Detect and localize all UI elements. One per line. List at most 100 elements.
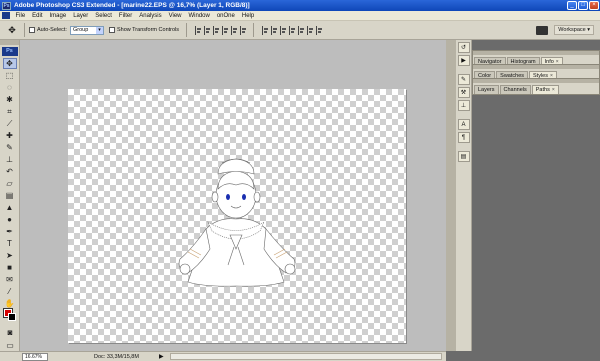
panel-icon-strip: ↺ ▶ ✎ ⚒ ⊥ A ¶ ▤ [456, 40, 472, 351]
shape-tool-icon[interactable]: ■ [3, 262, 17, 273]
align-bottom-icon[interactable] [213, 25, 220, 35]
paragraph-panel-icon[interactable]: ¶ [457, 132, 470, 143]
menu-file[interactable]: File [12, 13, 29, 19]
clone-source-panel-icon[interactable]: ⊥ [457, 100, 470, 111]
show-transform-checkbox[interactable] [108, 27, 115, 33]
menu-select[interactable]: Select [92, 13, 116, 19]
sailor-boy-artwork [178, 158, 296, 287]
crop-tool-icon[interactable]: ⌗ [3, 106, 17, 117]
menu-bar: File Edit Image Layer Select Filter Anal… [0, 11, 600, 21]
photoshop-logo-icon: Ps [1, 47, 18, 56]
menu-layer[interactable]: Layer [70, 13, 92, 19]
status-menu-arrow-icon[interactable]: ▶ [159, 353, 164, 360]
brush-tool-icon[interactable]: ✎ [3, 142, 17, 153]
type-tool-icon[interactable]: T [3, 238, 17, 249]
tool-preset-picker[interactable]: ✥ [4, 23, 20, 37]
gradient-tool-icon[interactable]: ▤ [3, 190, 17, 201]
eyedropper-tool-icon[interactable]: ⁄ [3, 286, 17, 297]
close-icon[interactable]: × [552, 87, 555, 93]
maximize-button[interactable]: □ [578, 1, 588, 10]
zoom-field[interactable]: 16.67% [22, 352, 48, 361]
divider [186, 23, 188, 37]
show-transform-label: Show Transform Controls [116, 27, 180, 33]
document-info: Doc: 33,3M/15,8M [94, 353, 139, 360]
distribute-left-icon[interactable] [289, 25, 296, 35]
menu-filter[interactable]: Filter [115, 13, 135, 19]
layers-panel-group: Layers Channels Paths × [472, 78, 600, 95]
menu-help[interactable]: Help [238, 13, 257, 19]
brushes-panel-icon[interactable]: ✎ [457, 74, 470, 85]
options-bar: ✥ Auto-Select: Group ▾ Show Transform Co… [0, 21, 600, 40]
tab-channels[interactable]: Channels [499, 85, 531, 94]
tab-paths[interactable]: Paths × [531, 85, 559, 94]
notes-tool-icon[interactable]: ✉ [3, 274, 17, 285]
distribute-vcenter-icon[interactable] [271, 25, 278, 35]
menu-edit[interactable]: Edit [29, 13, 46, 19]
healing-brush-tool-icon[interactable]: ✚ [3, 130, 17, 141]
app-menu-icon[interactable] [2, 12, 10, 19]
document-canvas[interactable] [68, 89, 406, 343]
slice-tool-icon[interactable]: ⟋ [3, 118, 17, 129]
auto-select-value: Group [72, 27, 89, 33]
path-selection-tool-icon[interactable]: ➤ [3, 250, 17, 261]
clone-stamp-tool-icon[interactable]: ⊥ [3, 154, 17, 165]
align-right-icon[interactable] [240, 25, 247, 35]
screen-mode-icon[interactable]: ▭ [3, 340, 17, 351]
menu-analysis[interactable]: Analysis [136, 13, 165, 19]
dodge-tool-icon[interactable]: ● [3, 214, 17, 225]
hand-tool-icon[interactable]: ✋ [3, 298, 17, 309]
distribute-buttons [262, 25, 325, 35]
distribute-top-icon[interactable] [262, 25, 269, 35]
auto-select-checkbox[interactable] [29, 27, 35, 33]
layer-comps-panel-icon[interactable]: ▤ [457, 151, 470, 162]
chevron-down-icon: ▾ [95, 26, 103, 34]
tab-layers[interactable]: Layers [474, 85, 499, 94]
toolbox: Ps ✥ ⬚ ◌ ✱ ⌗ ⟋ ✚ ✎ ⊥ ↶ ▱ ▤ ▲ ● ✒ T ➤ ■ ✉… [0, 40, 20, 351]
move-tool-icon[interactable]: ✥ [2, 58, 17, 69]
menu-onone[interactable]: onOne [213, 13, 238, 19]
distribute-right-icon[interactable] [307, 25, 314, 35]
title-bar: Ps Adobe Photoshop CS3 Extended - [marin… [0, 0, 600, 11]
distribute-hcenter-icon[interactable] [298, 25, 305, 35]
actions-panel-icon[interactable]: ▶ [457, 55, 470, 66]
align-buttons [195, 25, 249, 35]
align-hcenter-icon[interactable] [231, 25, 238, 35]
horizontal-scrollbar[interactable] [169, 353, 442, 360]
auto-select-label: Auto-Select: [37, 27, 67, 33]
go-to-bridge-icon[interactable] [536, 25, 549, 35]
align-left-icon[interactable] [222, 25, 229, 35]
quick-mask-icon[interactable]: ◙ [3, 327, 17, 338]
close-button[interactable]: × [589, 1, 599, 10]
panel-dock: Navigator Histogram Info × Color Swatches… [472, 40, 600, 361]
photoshop-logo-icon: Ps [2, 1, 11, 10]
divider [253, 23, 255, 37]
align-vcenter-icon[interactable] [204, 25, 211, 35]
status-bar: 16.67% Doc: 33,3M/15,8M ▶ [0, 351, 446, 361]
background-color-swatch[interactable] [8, 313, 16, 321]
menu-image[interactable]: Image [46, 13, 70, 19]
auto-select-dropdown[interactable]: Group ▾ [69, 25, 104, 35]
toolbox-grip[interactable] [0, 40, 19, 45]
marquee-tool-icon[interactable]: ⬚ [3, 70, 17, 81]
window-title: Adobe Photoshop CS3 Extended - [marine22… [14, 2, 250, 9]
history-panel-icon[interactable]: ↺ [457, 42, 470, 53]
canvas-area[interactable] [20, 40, 446, 351]
workspace-menu[interactable]: Workspace ▾ [554, 25, 594, 35]
menu-view[interactable]: View [165, 13, 185, 19]
tool-presets-panel-icon[interactable]: ⚒ [457, 87, 470, 98]
character-panel-icon[interactable]: A [457, 119, 470, 130]
blur-tool-icon[interactable]: ▲ [3, 202, 17, 213]
menu-window[interactable]: Window [185, 13, 213, 19]
pen-tool-icon[interactable]: ✒ [3, 226, 17, 237]
align-top-icon[interactable] [195, 25, 202, 35]
panel-dock-divider[interactable] [446, 40, 456, 351]
minimize-button[interactable]: _ [567, 1, 577, 10]
divider [24, 23, 25, 37]
eraser-tool-icon[interactable]: ▱ [3, 178, 17, 189]
magic-wand-tool-icon[interactable]: ✱ [3, 94, 17, 105]
auto-align-icon[interactable] [316, 25, 323, 35]
lasso-tool-icon[interactable]: ◌ [3, 82, 17, 93]
distribute-bottom-icon[interactable] [280, 25, 287, 35]
move-tool-icon: ✥ [8, 24, 16, 35]
history-brush-tool-icon[interactable]: ↶ [3, 166, 17, 177]
